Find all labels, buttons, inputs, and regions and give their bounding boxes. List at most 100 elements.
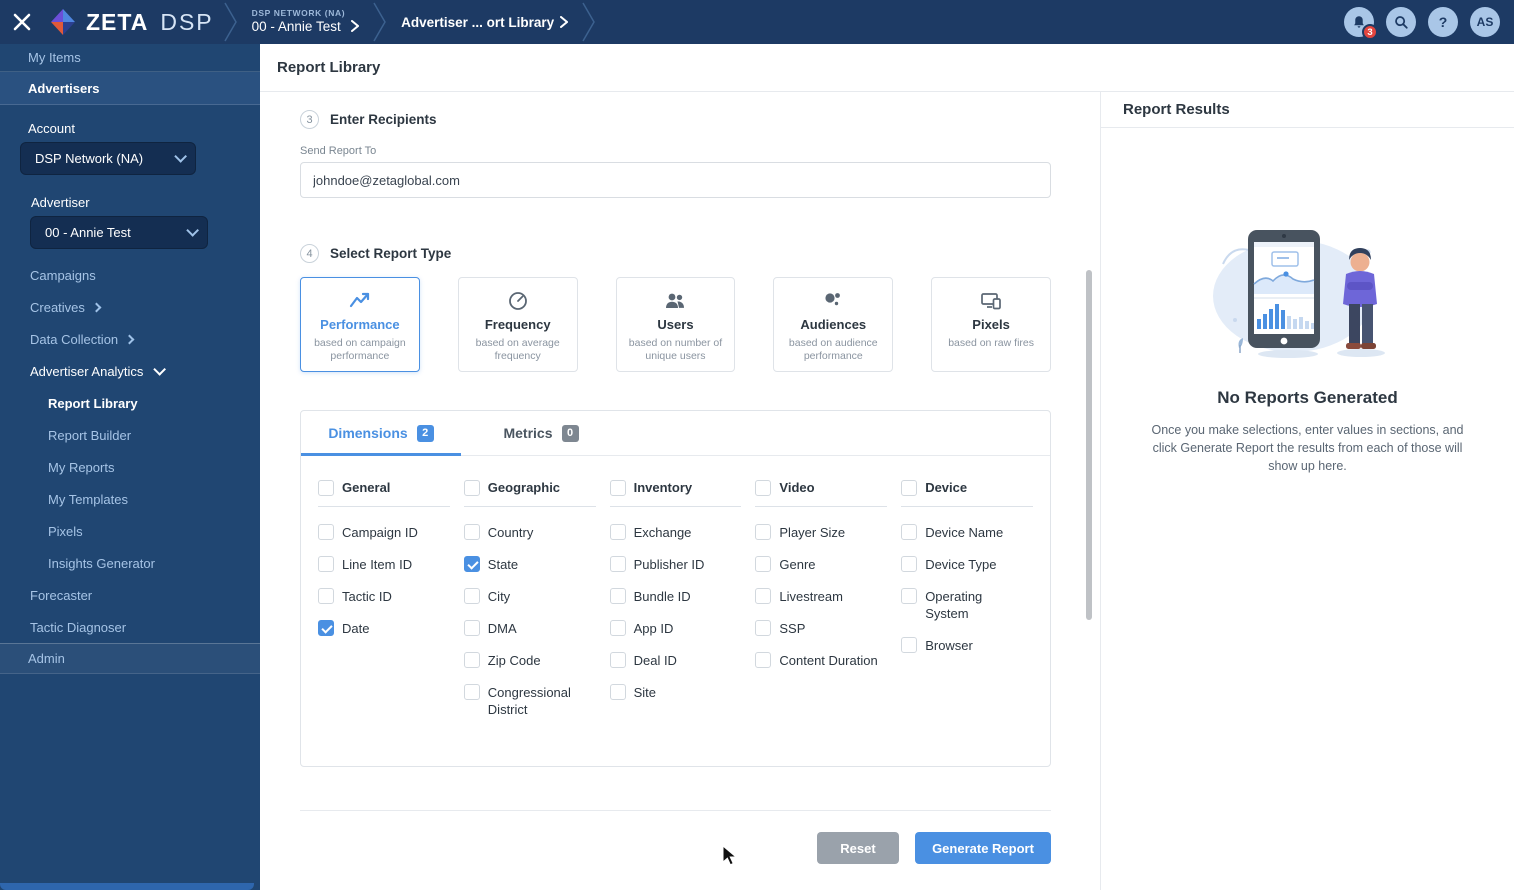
checkbox[interactable] — [318, 480, 334, 496]
tab-dimensions[interactable]: Dimensions 2 — [301, 411, 461, 456]
generate-report-button[interactable]: Generate Report — [915, 832, 1051, 864]
sidebar-item-admin[interactable]: Admin — [0, 643, 260, 674]
report-type-cards: Performance based on campaign performanc… — [300, 277, 1051, 372]
user-avatar[interactable]: AS — [1470, 7, 1500, 37]
dimension-country[interactable]: Country — [463, 524, 596, 541]
group-header-inventory[interactable]: Inventory — [609, 480, 742, 507]
sidebar-item-advertiser-analytics[interactable]: Advertiser Analytics — [0, 355, 260, 387]
checkbox[interactable] — [463, 652, 480, 668]
checkbox[interactable] — [318, 524, 334, 540]
checkbox[interactable] — [463, 556, 480, 572]
dimension-campaign-id[interactable]: Campaign ID — [318, 524, 450, 541]
search-button[interactable] — [1386, 7, 1416, 37]
dimension-player-size[interactable]: Player Size — [755, 524, 887, 541]
dimension-congressional-district[interactable]: Congressional District — [463, 684, 596, 718]
sidebar-item-pixels[interactable]: Pixels — [0, 515, 260, 547]
notifications-button[interactable]: 3 — [1344, 7, 1378, 40]
checkbox[interactable] — [901, 480, 918, 496]
checkbox[interactable] — [609, 620, 626, 636]
dimension-date[interactable]: Date — [318, 620, 450, 637]
checkbox[interactable] — [318, 556, 334, 572]
account-select[interactable]: DSP Network (NA) — [20, 142, 196, 175]
checkbox[interactable] — [755, 480, 772, 496]
dimension-genre[interactable]: Genre — [755, 556, 887, 573]
dimension-browser[interactable]: Browser — [901, 637, 1033, 654]
dimension-group-general: General Campaign ID Line Item ID Tactic … — [318, 480, 450, 733]
group-header-geographic[interactable]: Geographic — [463, 480, 596, 507]
dimension-line-item-id[interactable]: Line Item ID — [318, 556, 450, 573]
group-header-video[interactable]: Video — [755, 480, 888, 507]
report-type-card-audiences[interactable]: Audiences based on audience performance — [773, 277, 894, 372]
checkbox[interactable] — [755, 556, 772, 572]
report-type-card-pixels[interactable]: Pixels based on raw fires — [931, 277, 1051, 372]
checkbox[interactable] — [318, 620, 334, 636]
dimension-livestream[interactable]: Livestream — [755, 588, 887, 605]
dimension-deal-id[interactable]: Deal ID — [609, 652, 742, 669]
checkbox[interactable] — [463, 524, 480, 540]
checkbox[interactable] — [755, 620, 772, 636]
sidebar-item-report-library[interactable]: Report Library — [0, 387, 260, 419]
group-header-device[interactable]: Device — [901, 480, 1033, 507]
checkbox[interactable] — [463, 684, 480, 700]
report-type-card-frequency[interactable]: Frequency based on average frequency — [457, 277, 578, 372]
dimension-site[interactable]: Site — [609, 684, 742, 701]
dimension-app-id[interactable]: App ID — [609, 620, 742, 637]
dimension-city[interactable]: City — [463, 588, 596, 605]
sidebar-item-data-collection[interactable]: Data Collection — [0, 323, 260, 355]
group-header-general[interactable]: General — [318, 480, 450, 507]
dimension-zip-code[interactable]: Zip Code — [463, 652, 596, 669]
close-icon[interactable] — [0, 0, 44, 44]
sidebar-item-tactic-diagnoser[interactable]: Tactic Diagnoser — [0, 611, 260, 643]
checkbox[interactable] — [318, 588, 334, 604]
sidebar-item-my-templates[interactable]: My Templates — [0, 483, 260, 515]
checkbox[interactable] — [609, 652, 626, 668]
report-type-card-performance[interactable]: Performance based on campaign performanc… — [300, 277, 420, 372]
dimension-bundle-id[interactable]: Bundle ID — [609, 588, 742, 605]
sidebar-item-campaigns[interactable]: Campaigns — [0, 259, 260, 291]
checkbox[interactable] — [755, 588, 772, 604]
checkbox[interactable] — [755, 652, 772, 668]
reset-button[interactable]: Reset — [817, 832, 899, 864]
dimension-dma[interactable]: DMA — [463, 620, 596, 637]
checkbox[interactable] — [609, 588, 626, 604]
dimension-exchange[interactable]: Exchange — [609, 524, 742, 541]
sidebar-item-forecaster[interactable]: Forecaster — [0, 579, 260, 611]
checkbox[interactable] — [463, 620, 480, 636]
sidebar-item-my-items[interactable]: My Items — [0, 44, 260, 72]
send-report-to-input[interactable] — [300, 162, 1051, 198]
report-type-card-users[interactable]: Users based on number of unique users — [615, 277, 736, 372]
checkbox[interactable] — [901, 524, 918, 540]
checkbox[interactable] — [463, 588, 480, 604]
vertical-scrollbar-thumb[interactable] — [1086, 270, 1092, 620]
checkbox[interactable] — [609, 524, 626, 540]
advertiser-select[interactable]: 00 - Annie Test — [30, 216, 208, 249]
dimension-state[interactable]: State — [463, 556, 596, 573]
checkbox[interactable] — [463, 480, 480, 496]
help-button[interactable]: ? — [1428, 7, 1458, 37]
checkbox[interactable] — [755, 524, 772, 540]
breadcrumb-section[interactable]: Advertiser ... ort Library — [387, 15, 582, 30]
dimension-operating-system[interactable]: Operating System — [901, 588, 1033, 622]
dimension-label: Device Type — [925, 557, 997, 572]
checkbox[interactable] — [609, 556, 626, 572]
dimension-group-video: Video Player Size Genre Livestream SSP C… — [755, 480, 888, 733]
dimension-content-duration[interactable]: Content Duration — [755, 652, 887, 669]
checkbox[interactable] — [901, 556, 918, 572]
tab-metrics[interactable]: Metrics 0 — [461, 411, 621, 455]
sidebar-item-my-reports[interactable]: My Reports — [0, 451, 260, 483]
checkbox[interactable] — [901, 588, 918, 604]
dimension-tactic-id[interactable]: Tactic ID — [318, 588, 450, 605]
dimension-device-type[interactable]: Device Type — [901, 556, 1033, 573]
checkbox[interactable] — [609, 684, 626, 700]
sidebar-item-insights-generator[interactable]: Insights Generator — [0, 547, 260, 579]
sidebar-item-advertisers[interactable]: Advertisers — [0, 72, 260, 105]
sidebar-item-creatives[interactable]: Creatives — [0, 291, 260, 323]
checkbox[interactable] — [901, 637, 918, 653]
dimension-device-name[interactable]: Device Name — [901, 524, 1033, 541]
breadcrumb-account-advertiser[interactable]: DSP NETWORK (NA) 00 - Annie Test — [238, 9, 374, 34]
dimension-ssp[interactable]: SSP — [755, 620, 887, 637]
checkbox[interactable] — [609, 480, 626, 496]
zeta-dsp-logo[interactable]: ZETA DSP — [48, 7, 214, 37]
sidebar-item-report-builder[interactable]: Report Builder — [0, 419, 260, 451]
dimension-publisher-id[interactable]: Publisher ID — [609, 556, 742, 573]
